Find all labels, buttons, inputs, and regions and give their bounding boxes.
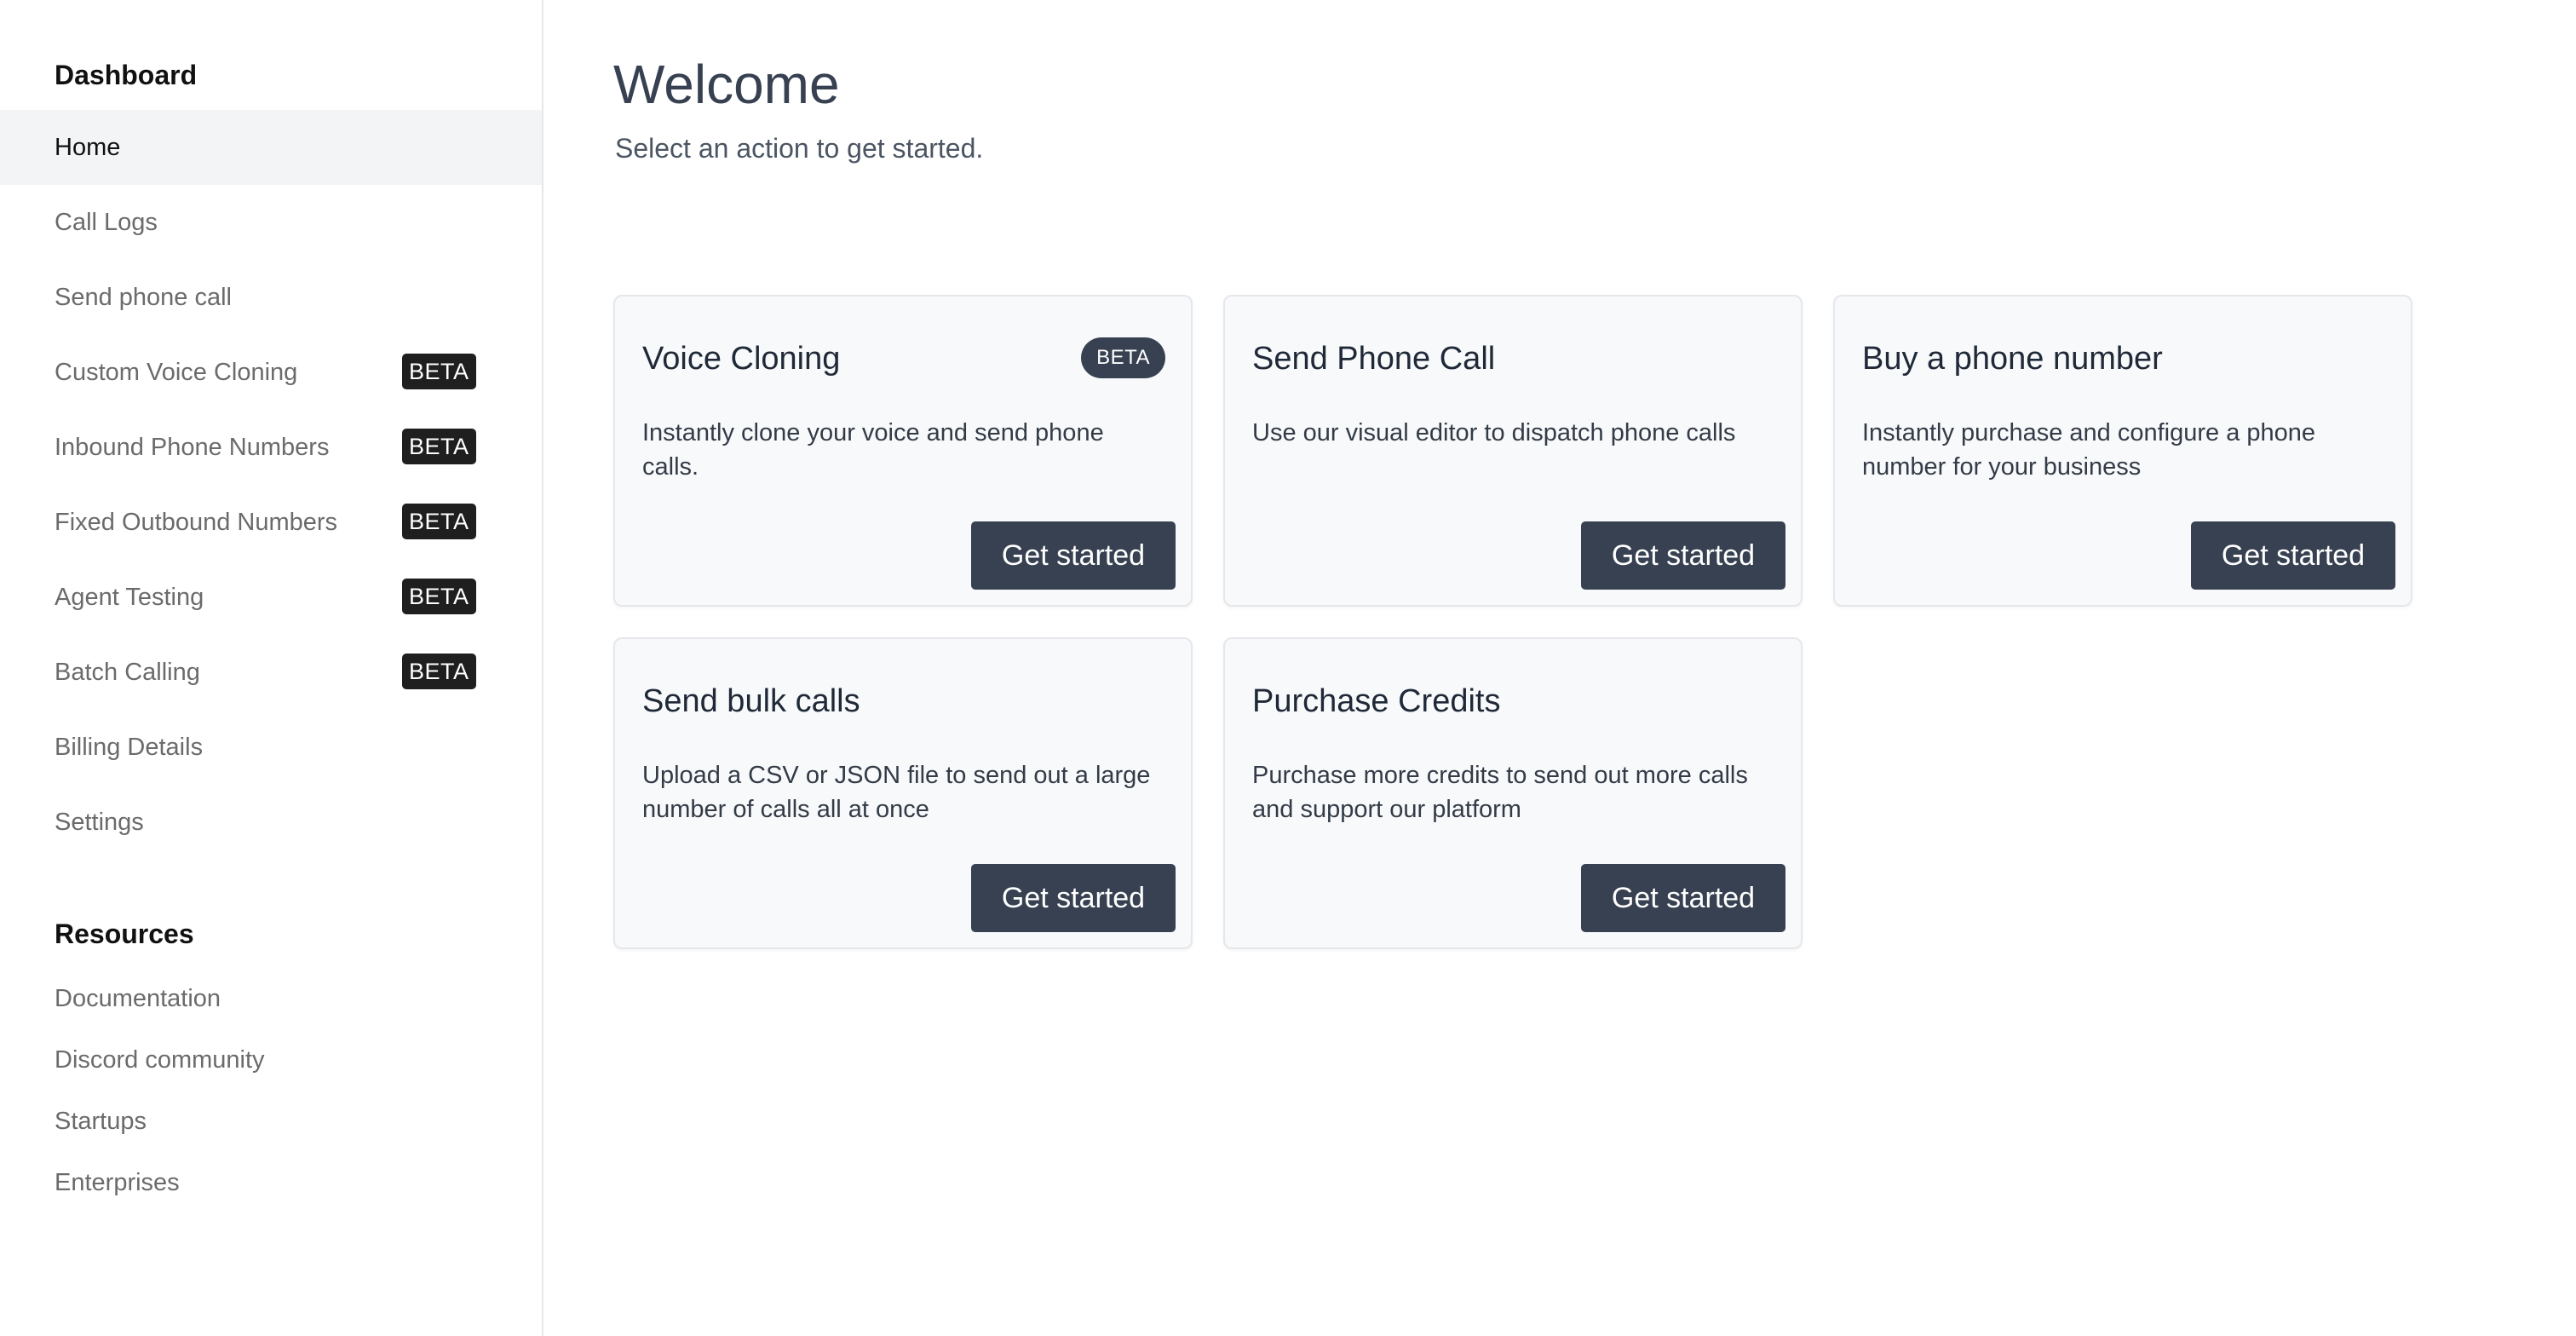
card-description: Instantly clone your voice and send phon… — [642, 419, 1104, 481]
resources-heading: Resources — [55, 918, 194, 949]
sidebar-item-custom-voice-cloning[interactable]: Custom Voice Cloning BETA — [0, 335, 542, 410]
get-started-button[interactable]: Get started — [971, 864, 1176, 932]
card-title: Send Phone Call — [1252, 341, 1496, 377]
resource-link-discord-community[interactable]: Discord community — [55, 1046, 265, 1074]
sidebar-item-home[interactable]: Home — [0, 110, 542, 185]
sidebar-item-label: Custom Voice Cloning — [55, 358, 298, 386]
card-buy-phone-number: Buy a phone number Instantly purchase an… — [1833, 295, 2412, 607]
sidebar-item-label: Batch Calling — [55, 658, 200, 686]
resource-link-enterprises[interactable]: Enterprises — [55, 1169, 180, 1197]
get-started-button[interactable]: Get started — [971, 521, 1176, 590]
card-description: Purchase more credits to send out more c… — [1252, 762, 1748, 823]
sidebar-item-label: Settings — [55, 808, 144, 836]
card-send-phone-call: Send Phone Call Use our visual editor to… — [1223, 295, 1803, 607]
sidebar-item-label: Home — [55, 133, 121, 161]
card-description: Upload a CSV or JSON file to send out a … — [642, 762, 1151, 823]
sidebar-item-billing-details[interactable]: Billing Details — [0, 710, 542, 785]
resource-link-documentation[interactable]: Documentation — [55, 985, 221, 1013]
beta-badge: BETA — [402, 579, 476, 614]
beta-badge: BETA — [402, 654, 476, 689]
get-started-button[interactable]: Get started — [1581, 864, 1785, 932]
get-started-button[interactable]: Get started — [1581, 521, 1785, 590]
card-purchase-credits: Purchase Credits Purchase more credits t… — [1223, 637, 1803, 949]
page-title: Welcome — [613, 54, 840, 115]
card-title: Send bulk calls — [642, 683, 860, 719]
card-title: Purchase Credits — [1252, 683, 1501, 719]
main-content: Welcome Select an action to get started.… — [543, 0, 2576, 1336]
card-title: Buy a phone number — [1862, 341, 2163, 377]
sidebar-item-fixed-outbound-numbers[interactable]: Fixed Outbound Numbers BETA — [0, 485, 542, 560]
sidebar-item-label: Fixed Outbound Numbers — [55, 508, 338, 536]
sidebar-item-inbound-phone-numbers[interactable]: Inbound Phone Numbers BETA — [0, 410, 542, 485]
sidebar-item-label: Inbound Phone Numbers — [55, 433, 330, 461]
sidebar-item-agent-testing[interactable]: Agent Testing BETA — [0, 560, 542, 635]
card-description: Use our visual editor to dispatch phone … — [1252, 419, 1736, 446]
card-title: Voice Cloning — [642, 341, 841, 377]
dashboard-heading: Dashboard — [55, 60, 198, 90]
sidebar-item-label: Send phone call — [55, 283, 232, 311]
sidebar-item-call-logs[interactable]: Call Logs — [0, 185, 542, 260]
card-description: Instantly purchase and configure a phone… — [1862, 419, 2316, 481]
beta-badge: BETA — [402, 354, 476, 389]
beta-badge: BETA — [402, 504, 476, 539]
beta-badge: BETA — [1081, 337, 1165, 378]
get-started-button[interactable]: Get started — [2191, 521, 2395, 590]
sidebar-item-batch-calling[interactable]: Batch Calling BETA — [0, 635, 542, 710]
app-window: Dashboard Home Call Logs Send phone call… — [0, 0, 2576, 1336]
sidebar-item-label: Agent Testing — [55, 583, 204, 611]
resource-link-startups[interactable]: Startups — [55, 1108, 147, 1136]
sidebar-item-label: Call Logs — [55, 208, 158, 236]
card-send-bulk-calls: Send bulk calls Upload a CSV or JSON fil… — [613, 637, 1193, 949]
sidebar-item-settings[interactable]: Settings — [0, 785, 542, 860]
card-voice-cloning: Voice Cloning BETA Instantly clone your … — [613, 295, 1193, 607]
beta-badge: BETA — [402, 429, 476, 464]
sidebar-item-send-phone-call[interactable]: Send phone call — [0, 260, 542, 335]
sidebar-item-label: Billing Details — [55, 733, 204, 761]
page-subtitle: Select an action to get started. — [615, 133, 984, 164]
sidebar: Dashboard Home Call Logs Send phone call… — [0, 0, 543, 1336]
